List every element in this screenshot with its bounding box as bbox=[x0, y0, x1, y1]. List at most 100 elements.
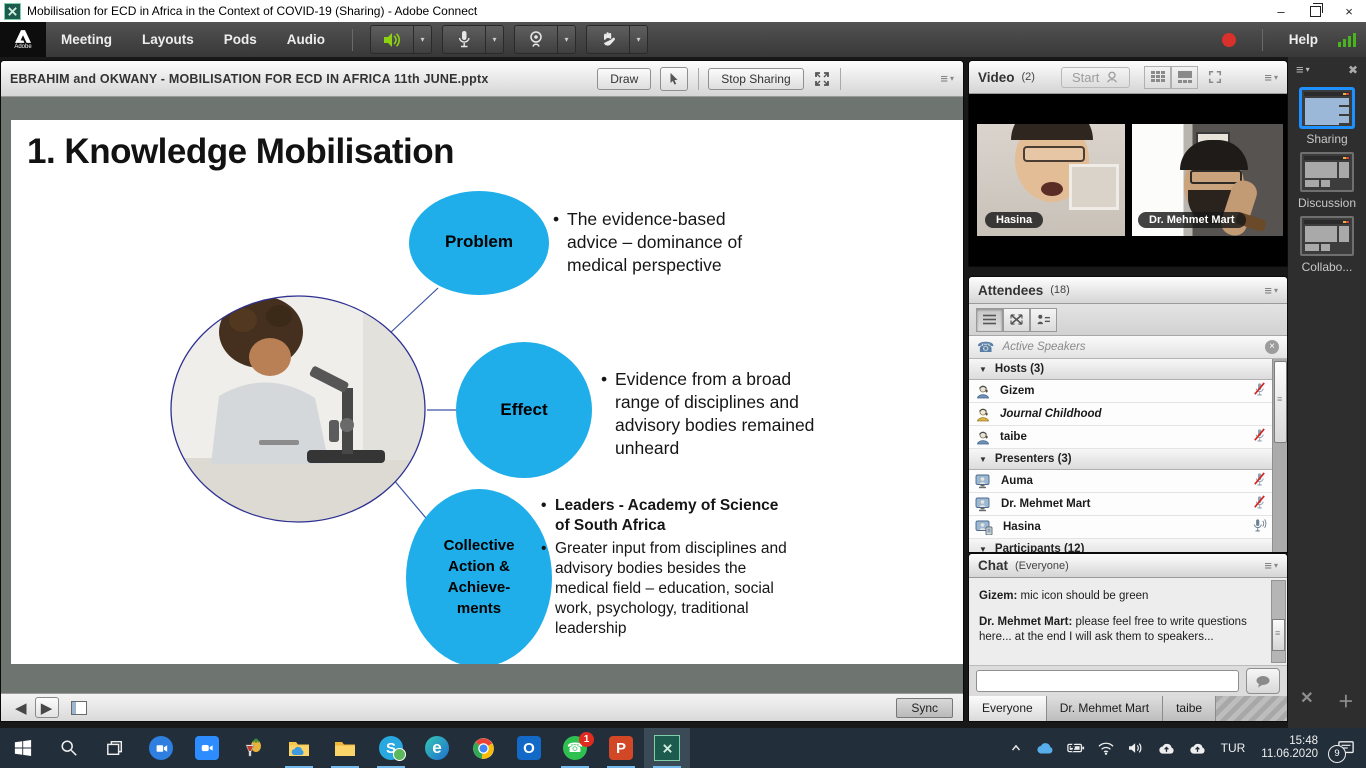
filmstrip-view-button[interactable] bbox=[1171, 66, 1198, 89]
onedrive-tray-icon[interactable] bbox=[1029, 728, 1061, 768]
attendee-row[interactable]: taibe bbox=[969, 426, 1273, 449]
video-fullscreen-button[interactable] bbox=[1208, 70, 1222, 84]
outlook-app-button[interactable] bbox=[506, 728, 552, 768]
layouts-menu-button[interactable] bbox=[1296, 62, 1304, 77]
draw-button[interactable]: Draw bbox=[597, 68, 651, 90]
attendee-list-view-button[interactable] bbox=[976, 308, 1003, 332]
chat-scrollbar[interactable] bbox=[1271, 580, 1286, 663]
chat-input[interactable] bbox=[976, 670, 1239, 692]
attendee-row[interactable]: Auma bbox=[969, 470, 1273, 493]
presenters-group-header[interactable]: ▼Presenters (3) bbox=[969, 449, 1273, 470]
mic-button[interactable] bbox=[442, 25, 486, 54]
close-button[interactable]: × bbox=[1332, 0, 1366, 22]
task-view-button[interactable] bbox=[92, 728, 138, 768]
slide-canvas[interactable]: 1. Knowledge Mobilisation Problem Effect… bbox=[11, 120, 963, 664]
chat-tab-mehmet[interactable]: Dr. Mehmet Mart bbox=[1047, 696, 1163, 721]
fullscreen-button[interactable] bbox=[814, 71, 830, 87]
chat-pod-menu-button[interactable] bbox=[1264, 558, 1278, 573]
zoom-app-button[interactable] bbox=[184, 728, 230, 768]
hosts-group-header[interactable]: ▼Hosts (3) bbox=[969, 359, 1273, 380]
menu-layouts[interactable]: Layouts bbox=[127, 22, 209, 57]
minimize-button[interactable]: – bbox=[1264, 0, 1298, 22]
sidebar-toggle-icon[interactable] bbox=[71, 701, 87, 715]
share-pod-menu-button[interactable] bbox=[940, 71, 954, 86]
previous-slide-button[interactable]: ◀ bbox=[15, 699, 27, 717]
fullscreen-icon bbox=[1208, 70, 1222, 84]
mic-muted-icon bbox=[1252, 382, 1267, 400]
camera-dropdown[interactable]: ▾ bbox=[558, 25, 576, 54]
menu-meeting[interactable]: Meeting bbox=[46, 22, 127, 57]
video-participant-mehmet[interactable]: Dr. Mehmet Mart bbox=[1132, 124, 1283, 236]
raise-hand-button[interactable] bbox=[586, 25, 630, 54]
add-layout-icon[interactable]: ＋ bbox=[1338, 688, 1354, 712]
menu-audio[interactable]: Audio bbox=[272, 22, 340, 57]
speaker-dropdown[interactable]: ▾ bbox=[414, 25, 432, 54]
chat-send-button[interactable] bbox=[1246, 668, 1280, 694]
attendee-row[interactable]: Gizem bbox=[969, 380, 1273, 403]
layout-thumb-collaboration[interactable] bbox=[1300, 216, 1354, 256]
layouts-rail-header: ▾ ✖ bbox=[1288, 57, 1366, 82]
next-slide-button[interactable]: ▶ bbox=[35, 697, 59, 718]
menu-pods[interactable]: Pods bbox=[209, 22, 272, 57]
status-dropdown[interactable]: ▾ bbox=[630, 25, 648, 54]
participants-group-header[interactable]: ▼Participants (12) bbox=[969, 539, 1273, 552]
chat-tab-everyone[interactable]: Everyone bbox=[969, 696, 1047, 721]
connection-signal-icon[interactable] bbox=[1336, 33, 1356, 47]
attendee-status-view-button[interactable] bbox=[1030, 308, 1057, 332]
battery-tray-icon[interactable] bbox=[1061, 728, 1091, 768]
attendees-pod-menu-button[interactable] bbox=[1264, 283, 1278, 298]
speaker-button[interactable] bbox=[370, 25, 414, 54]
layout-thumb-discussion[interactable] bbox=[1300, 152, 1354, 192]
layout-label-discussion[interactable]: Discussion bbox=[1288, 196, 1366, 210]
host-role-icon bbox=[975, 384, 991, 399]
clock-date: 11.06.2020 bbox=[1261, 748, 1318, 761]
grid-view-button[interactable] bbox=[1144, 66, 1171, 89]
cloud-upload-tray-icon[interactable] bbox=[1151, 728, 1182, 768]
scrollbar-thumb[interactable] bbox=[1274, 361, 1287, 443]
sync-button[interactable]: Sync bbox=[896, 698, 953, 718]
attendee-row[interactable]: Dr. Mehmet Mart bbox=[969, 493, 1273, 516]
layouts-close-icon[interactable]: ✖ bbox=[1348, 63, 1358, 77]
language-indicator[interactable]: TUR bbox=[1213, 728, 1254, 768]
winrar-app-button[interactable] bbox=[230, 728, 276, 768]
search-button[interactable] bbox=[46, 728, 92, 768]
menu-help[interactable]: Help bbox=[1289, 32, 1318, 47]
skype-app-button[interactable] bbox=[368, 728, 414, 768]
attendee-row[interactable]: Journal Childhood bbox=[969, 403, 1273, 426]
camera-button[interactable] bbox=[514, 25, 558, 54]
wifi-tray-icon[interactable] bbox=[1091, 728, 1121, 768]
movie-app-button[interactable] bbox=[138, 728, 184, 768]
layout-label-sharing[interactable]: Sharing bbox=[1288, 132, 1366, 146]
onedrive-folder-button[interactable] bbox=[276, 728, 322, 768]
file-explorer-button[interactable] bbox=[322, 728, 368, 768]
slide-title: 1. Knowledge Mobilisation bbox=[27, 132, 454, 172]
attendees-scrollbar[interactable] bbox=[1272, 359, 1287, 552]
restore-button[interactable] bbox=[1298, 0, 1332, 22]
video-pod-menu-button[interactable] bbox=[1264, 70, 1278, 85]
adobe-connect-taskbar-button[interactable] bbox=[644, 728, 690, 768]
scrollbar-thumb[interactable] bbox=[1272, 619, 1285, 651]
tray-chevron-icon[interactable] bbox=[1003, 728, 1029, 768]
whatsapp-app-button[interactable]: ☎ 1 bbox=[552, 728, 598, 768]
volume-tray-icon[interactable] bbox=[1121, 728, 1151, 768]
cloud-upload-tray-icon[interactable] bbox=[1182, 728, 1213, 768]
start-button[interactable] bbox=[0, 728, 46, 768]
chrome-app-button[interactable] bbox=[460, 728, 506, 768]
mic-dropdown[interactable]: ▾ bbox=[486, 25, 504, 54]
manage-layouts-icon[interactable]: ✕ bbox=[1300, 688, 1313, 712]
action-center-button[interactable]: 9 bbox=[1326, 728, 1366, 768]
breakout-view-button[interactable] bbox=[1003, 308, 1030, 332]
chat-tab-taibe[interactable]: taibe bbox=[1163, 696, 1216, 721]
layout-label-collaboration[interactable]: Collabo... bbox=[1288, 260, 1366, 274]
powerpoint-app-button[interactable] bbox=[598, 728, 644, 768]
active-speakers-close-icon[interactable]: × bbox=[1265, 340, 1279, 354]
edge-app-button[interactable] bbox=[414, 728, 460, 768]
layout-thumb-sharing[interactable] bbox=[1300, 88, 1354, 128]
taskbar-clock[interactable]: 15:48 11.06.2020 bbox=[1253, 735, 1326, 761]
video-participant-hasina[interactable]: Hasina bbox=[977, 124, 1125, 236]
pointer-tool-button[interactable] bbox=[660, 67, 688, 91]
attendee-row[interactable]: Hasina bbox=[969, 516, 1273, 539]
filmstrip-view-icon bbox=[1178, 71, 1192, 83]
stop-sharing-button[interactable]: Stop Sharing bbox=[708, 68, 803, 90]
start-webcam-button[interactable]: Start bbox=[1061, 67, 1130, 88]
